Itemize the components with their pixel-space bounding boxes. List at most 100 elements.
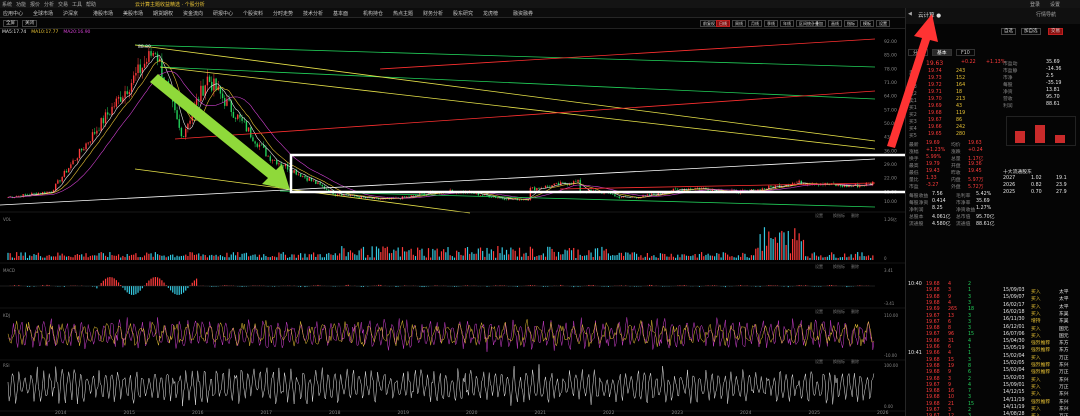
nav-item-2[interactable]: 沪深京 bbox=[63, 10, 78, 17]
panel-tool-1[interactable]: 换指标 bbox=[833, 308, 845, 314]
nav-item-14[interactable]: 财务分析 bbox=[423, 10, 443, 17]
rating-row[interactable]: 15/09/07 买入 太平 bbox=[1001, 295, 1080, 302]
rating-row[interactable]: 15/05/19 强烈推荐 东方 bbox=[1001, 346, 1080, 353]
nav-item-11[interactable]: 基本面 bbox=[333, 10, 348, 17]
nav-item-1[interactable]: 全球市场 bbox=[33, 10, 53, 17]
rating-row[interactable]: 16/07/06 买入 国元 bbox=[1001, 332, 1080, 339]
nav-item-9[interactable]: 分时走势 bbox=[273, 10, 293, 17]
settings-link[interactable]: 设置 bbox=[1050, 1, 1060, 8]
rating-row[interactable]: 14/11/19 买入 东兴 bbox=[1001, 405, 1080, 412]
trend-line[interactable] bbox=[0, 158, 876, 206]
toolbar-button-8[interactable]: 画线 bbox=[828, 20, 842, 27]
toolbar-button-2[interactable]: 周线 bbox=[732, 20, 746, 27]
nav-item-17[interactable]: 融资融券 bbox=[513, 10, 533, 17]
nav-item-16[interactable]: 龙虎榜 bbox=[483, 10, 498, 17]
panel-tool-0[interactable]: 设置 bbox=[815, 263, 823, 269]
toolbar-button-1[interactable]: 日线 bbox=[716, 20, 730, 27]
candle-body bbox=[126, 91, 128, 94]
rating-row[interactable]: 15/02/04 强烈推荐 万正 bbox=[1001, 368, 1080, 375]
tab-intraday[interactable]: 分时 bbox=[908, 49, 928, 56]
rating-value: 买入 bbox=[1031, 412, 1041, 416]
rating-row[interactable]: 16/02/17 买入 太平 bbox=[1001, 303, 1080, 310]
rating-row[interactable]: 14/11/19 强烈推荐 东兴 bbox=[1001, 398, 1080, 405]
nav-item-3[interactable]: 港股市场 bbox=[93, 10, 113, 17]
rating-row[interactable]: 16/11/30 增持 东吴 bbox=[1001, 317, 1080, 324]
volume-bar bbox=[237, 252, 239, 260]
menu-item[interactable]: 交易 bbox=[58, 1, 68, 8]
trend-line[interactable] bbox=[134, 44, 876, 68]
price-axis-label: 64.00 bbox=[884, 94, 897, 100]
rating-row[interactable]: 16/12/01 买入 国元 bbox=[1001, 325, 1080, 332]
menu-item[interactable]: 帮助 bbox=[86, 1, 96, 8]
panel-tool-2[interactable]: 删除 bbox=[851, 263, 859, 269]
toolbar-button-5[interactable]: 年线 bbox=[780, 20, 794, 27]
tab-basic[interactable]: 基本 bbox=[932, 49, 952, 56]
panel-tool-0[interactable]: 设置 bbox=[815, 308, 823, 314]
candle-body bbox=[76, 158, 79, 161]
trend-line[interactable] bbox=[159, 66, 876, 150]
add-watchlist-button[interactable]: 加自选 bbox=[1021, 28, 1041, 35]
market-nav-tab[interactable]: 行情导航 bbox=[1036, 11, 1056, 18]
nav-item-5[interactable]: 期货期权 bbox=[153, 10, 173, 17]
watchlist-button[interactable]: 自选 bbox=[1001, 28, 1016, 35]
rating-row[interactable]: 15/02/05 强烈推荐 东兴 bbox=[1001, 361, 1080, 368]
nav-item-0[interactable]: 应用中心 bbox=[3, 10, 23, 17]
trend-line[interactable] bbox=[279, 190, 876, 208]
panel-tool-0[interactable]: 设置 bbox=[815, 358, 823, 364]
rating-row[interactable]: 15/09/03 买入 太平 bbox=[1001, 288, 1080, 295]
toolbar-button-4[interactable]: 季线 bbox=[764, 20, 778, 27]
nav-item-15[interactable]: 股东研究 bbox=[453, 10, 473, 17]
rating-row[interactable]: 15/02/03 买入 东兴 bbox=[1001, 376, 1080, 383]
toolbar-button-9[interactable]: 指标 bbox=[844, 20, 858, 27]
toolbar-button-10[interactable]: 模板 bbox=[860, 20, 874, 27]
nav-item-6[interactable]: 资金流向 bbox=[183, 10, 203, 17]
kline-chart[interactable]: 92.00 85.00 78.00 71.00 64.00 57.00 50.00 43.00… bbox=[0, 29, 905, 416]
toolbar-button-7[interactable]: 叠加 bbox=[812, 20, 826, 27]
nav-item-8[interactable]: 个股资料 bbox=[243, 10, 263, 17]
menu-item[interactable]: 报价 bbox=[30, 1, 40, 8]
rating-row[interactable]: 14/12/15 买入 东兴 bbox=[1001, 390, 1080, 397]
nav-item-12[interactable]: 机构持仓 bbox=[363, 10, 383, 17]
menu-item[interactable]: 系统 bbox=[2, 1, 12, 8]
toolbar-button-11[interactable]: 设置 bbox=[876, 20, 890, 27]
volume-bar bbox=[24, 252, 26, 260]
rating-row[interactable]: 15/09/01 买入 万正 bbox=[1001, 383, 1080, 390]
trend-line[interactable] bbox=[159, 66, 876, 100]
trade-volume: 8 bbox=[948, 326, 952, 332]
panel-tool-2[interactable]: 删除 bbox=[851, 358, 859, 364]
collapse-icon[interactable]: ◀ bbox=[908, 11, 912, 17]
forecast-row: 2025 0.70 27.9 bbox=[1001, 190, 1080, 197]
menu-item[interactable]: 功能 bbox=[16, 1, 26, 8]
rating-row[interactable]: 16/02/18 买入 东吴 bbox=[1001, 310, 1080, 317]
nav-item-7[interactable]: 研报中心 bbox=[213, 10, 233, 17]
toolbar-button-3[interactable]: 月线 bbox=[748, 20, 762, 27]
rating-row[interactable]: 15/02/04 买入 万正 bbox=[1001, 354, 1080, 361]
price-axis-label: 92.00 bbox=[884, 39, 897, 45]
panel-tool-1[interactable]: 换指标 bbox=[833, 263, 845, 269]
rating-row[interactable]: 14/08/28 买入 万正 bbox=[1001, 412, 1080, 416]
fullscreen-button[interactable]: 全屏 bbox=[3, 20, 18, 27]
volume-bar bbox=[436, 248, 438, 260]
macd-bar bbox=[102, 280, 104, 286]
candle-body bbox=[616, 196, 618, 197]
trend-line[interactable] bbox=[559, 182, 876, 190]
panel-tool-1[interactable]: 换指标 bbox=[833, 358, 845, 364]
volume-bar bbox=[529, 246, 531, 260]
nav-item-4[interactable]: 美股市场 bbox=[123, 10, 143, 17]
trade-button[interactable]: 交易 bbox=[1048, 28, 1063, 35]
tab-f10[interactable]: F10 bbox=[956, 49, 975, 56]
trend-line[interactable] bbox=[174, 90, 876, 140]
nav-item-13[interactable]: 热点主题 bbox=[393, 10, 413, 17]
login-link[interactable]: 登录 bbox=[1030, 1, 1040, 8]
panel-tool-2[interactable]: 删除 bbox=[851, 212, 859, 218]
volume-bar bbox=[356, 255, 358, 260]
menu-item[interactable]: 分析 bbox=[44, 1, 54, 8]
panel-tool-0[interactable]: 设置 bbox=[815, 212, 823, 218]
panel-tool-1[interactable]: 换指标 bbox=[833, 212, 845, 218]
panel-tool-2[interactable]: 删除 bbox=[851, 308, 859, 314]
nav-item-10[interactable]: 技术分析 bbox=[303, 10, 323, 17]
volume-bar bbox=[722, 252, 724, 260]
close-chart-button[interactable]: 关闭 bbox=[22, 20, 37, 27]
volume-bar bbox=[65, 256, 68, 260]
menu-item[interactable]: 工具 bbox=[72, 1, 82, 8]
